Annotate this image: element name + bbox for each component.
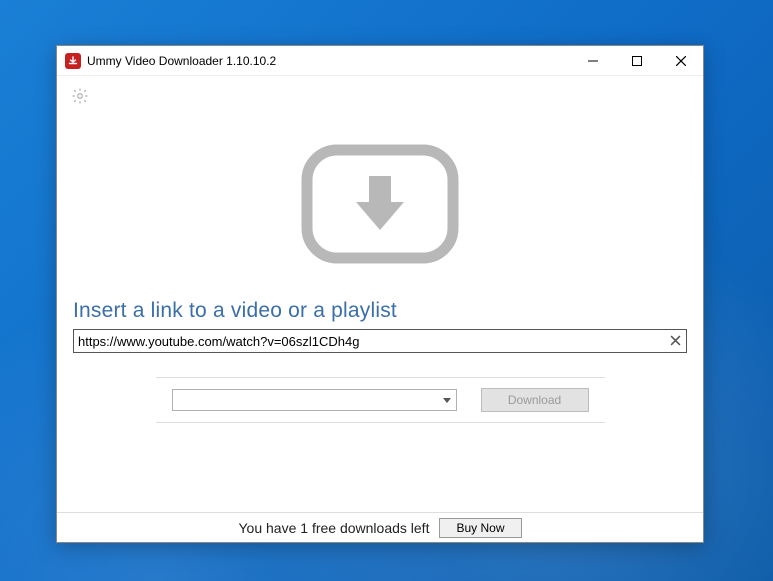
download-button[interactable]: Download	[481, 388, 589, 412]
format-row: Download	[156, 377, 605, 423]
window-controls	[571, 46, 703, 75]
video-placeholder-icon	[295, 140, 465, 299]
app-icon	[65, 53, 81, 69]
gear-icon	[71, 87, 89, 108]
maximize-button[interactable]	[615, 46, 659, 75]
footer: You have 1 free downloads left Buy Now	[57, 512, 703, 542]
main-area: Insert a link to a video or a playlist D…	[57, 110, 703, 512]
format-select[interactable]	[172, 389, 457, 411]
toolbar	[57, 76, 703, 110]
prompt-label: Insert a link to a video or a playlist	[73, 299, 687, 323]
window-title: Ummy Video Downloader 1.10.10.2	[87, 54, 571, 68]
free-downloads-status: You have 1 free downloads left	[239, 520, 430, 536]
titlebar: Ummy Video Downloader 1.10.10.2	[57, 46, 703, 76]
close-icon	[670, 334, 681, 349]
buy-now-button[interactable]: Buy Now	[439, 518, 521, 538]
close-button[interactable]	[659, 46, 703, 75]
app-window: Ummy Video Downloader 1.10.10.2	[56, 45, 704, 543]
url-row	[73, 329, 687, 353]
settings-button[interactable]	[67, 84, 93, 110]
url-input[interactable]	[73, 329, 687, 353]
minimize-button[interactable]	[571, 46, 615, 75]
url-section: Insert a link to a video or a playlist	[57, 299, 703, 353]
clear-input-button[interactable]	[666, 332, 684, 350]
